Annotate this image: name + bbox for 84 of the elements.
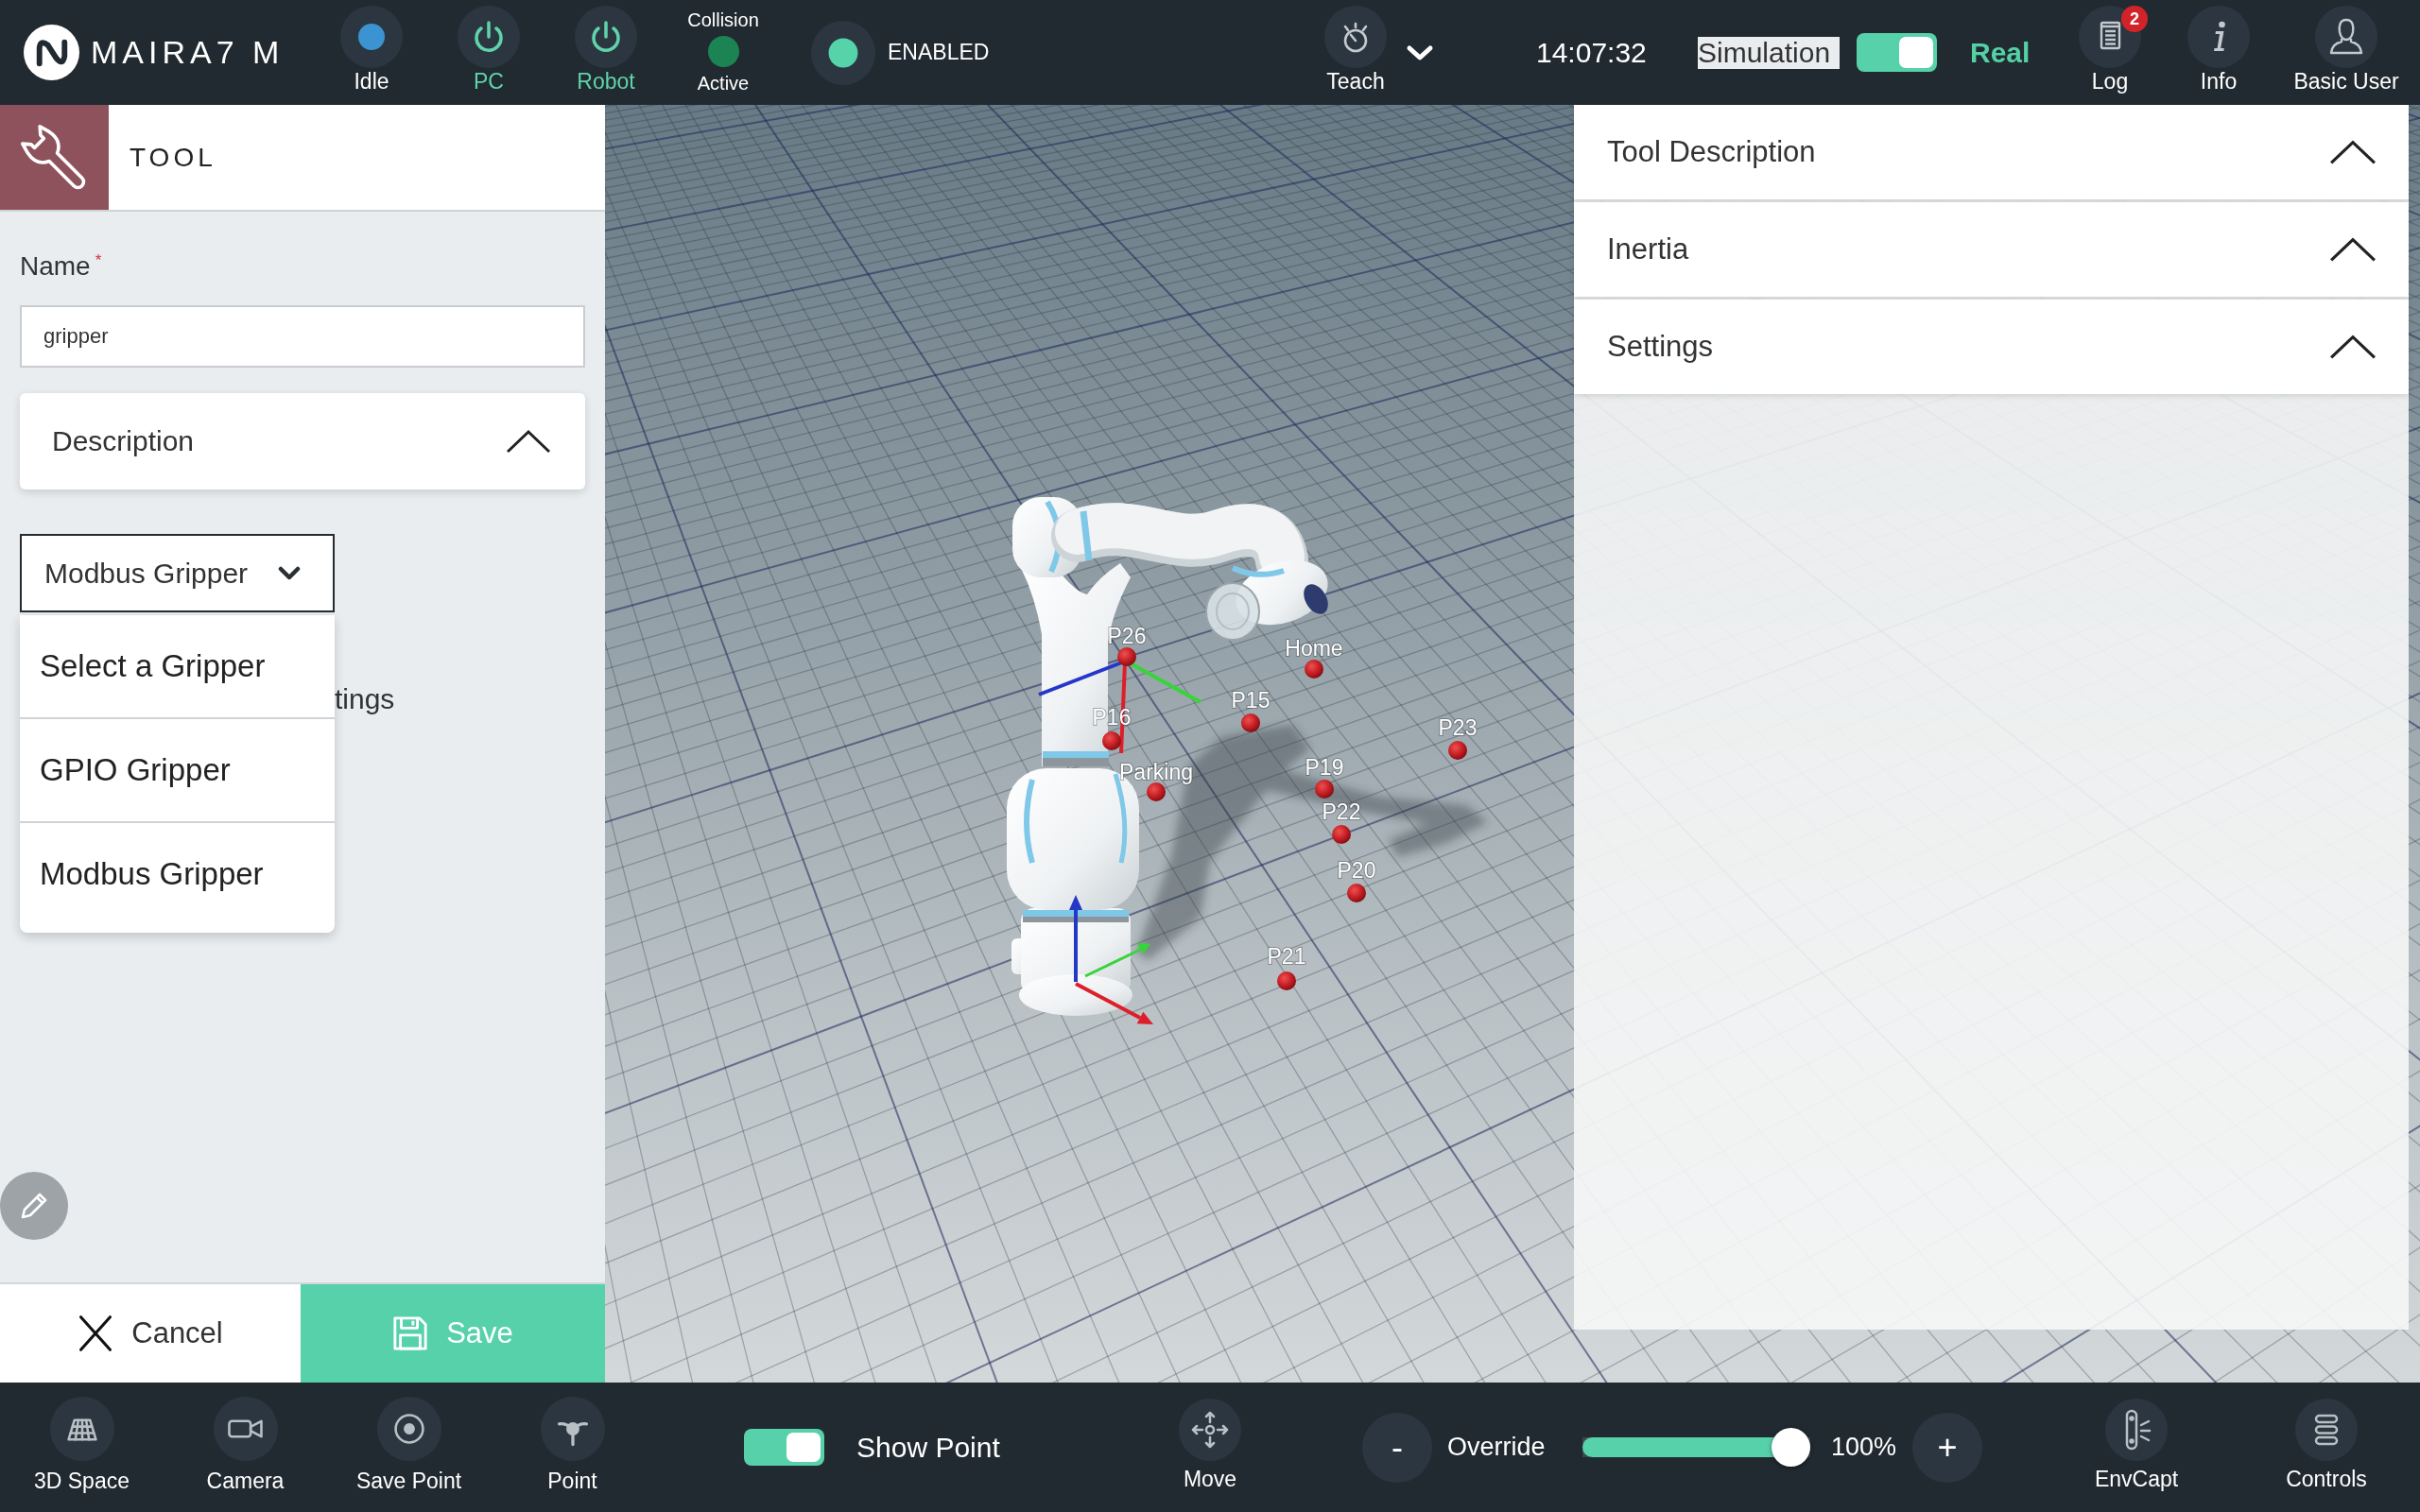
save-icon [392, 1314, 429, 1352]
info-button[interactable]: Info [2171, 0, 2266, 105]
accordion-header[interactable]: Settings [1574, 300, 2409, 394]
chevron-down-icon [278, 566, 301, 580]
toolbar-button[interactable]: Controls [2260, 1383, 2393, 1512]
toolbar-button[interactable]: 3D Space [0, 1383, 164, 1512]
waypoint-marker-icon[interactable] [1102, 731, 1121, 750]
move-arrows-icon [1179, 1399, 1241, 1461]
power-icon [458, 6, 520, 68]
slider-value: 100% [1831, 1433, 1897, 1462]
name-input[interactable]: gripper [20, 305, 585, 368]
mode-toggle[interactable] [1857, 33, 1937, 72]
toggle-label: Show Point [856, 1431, 1001, 1464]
waypoint-marker-icon[interactable] [1315, 780, 1334, 799]
collision-label: Collision [687, 9, 759, 31]
show-point-toggle[interactable] [744, 1429, 824, 1466]
dropdown-option[interactable]: Select a Gripper [20, 615, 335, 719]
waypoint-label: P21 [1267, 944, 1306, 969]
user-button[interactable]: Basic User [2280, 0, 2412, 105]
waypoint-label: Parking [1119, 760, 1193, 784]
toolbar-button[interactable]: Save Point [327, 1383, 491, 1512]
toolbar-button[interactable]: EnvCapt [2070, 1383, 2203, 1512]
waypoint-marker-icon[interactable] [1277, 971, 1296, 990]
section-label: tings [335, 683, 395, 714]
power-icon [575, 6, 637, 68]
dropdown-option[interactable]: Modbus Gripper [20, 823, 335, 933]
waypoint-marker-icon[interactable] [1241, 713, 1260, 732]
mode-label: Simulation [1698, 36, 1840, 69]
logo-icon [24, 25, 79, 80]
waypoint-marker-icon[interactable] [1117, 647, 1136, 666]
waypoint-marker-icon[interactable] [1347, 884, 1366, 902]
collision-state: Active [697, 72, 750, 94]
logo-text: MAIRA7 M [91, 34, 285, 71]
user-icon [2315, 6, 2377, 68]
waypoint-label: Home [1285, 636, 1343, 661]
waypoint-label: P19 [1305, 755, 1344, 780]
waypoint-marker-icon[interactable] [1305, 660, 1323, 679]
accordion-header[interactable]: Description [20, 393, 585, 490]
waypoint-marker-icon[interactable] [1448, 741, 1467, 760]
waypoint-label: P15 [1231, 688, 1270, 713]
scanner-icon [2105, 1399, 2168, 1461]
accordion-header[interactable]: Tool Description [1574, 105, 2409, 199]
notification-badge: 2 [2121, 6, 2148, 32]
clock-text: 14:07:32 [1536, 36, 1648, 69]
log-button[interactable]: 2 Log [2063, 0, 2157, 105]
gripper-select[interactable]: Modbus Gripper [20, 534, 335, 612]
grid-floor-icon [49, 1397, 114, 1461]
state-button[interactable]: Idle [313, 0, 430, 105]
accordion-header[interactable]: Inertia [1574, 202, 2409, 297]
waypoint-label: P22 [1322, 799, 1361, 824]
power-button[interactable]: PC [430, 0, 547, 105]
junction-icon [540, 1397, 605, 1461]
cancel-button[interactable]: Cancel [0, 1284, 301, 1383]
waypoint-label: P20 [1337, 858, 1376, 883]
waypoint-label: P26 [1107, 624, 1147, 648]
required-mark: * [95, 250, 102, 271]
decrease-button[interactable]: - [1362, 1412, 1432, 1483]
enable-button[interactable]: ENABLED [811, 20, 1000, 85]
info-icon [2187, 6, 2250, 68]
chevron-up-icon [2329, 139, 2377, 165]
waypoint-marker-icon[interactable] [1147, 782, 1166, 801]
close-icon [78, 1314, 114, 1352]
dropdown-option[interactable]: GPIO Gripper [20, 719, 335, 823]
chevron-up-icon [2329, 236, 2377, 263]
move-button[interactable]: Move [1163, 1383, 1257, 1512]
waypoint-label: P23 [1438, 715, 1478, 740]
increase-button[interactable]: + [1912, 1412, 1982, 1483]
camera-icon [213, 1397, 278, 1461]
toolbar-button[interactable]: Point [491, 1383, 654, 1512]
chevron-up-icon [2329, 334, 2377, 360]
toolbar-button[interactable]: Camera [164, 1383, 327, 1512]
stacked-bars-icon [2295, 1399, 2358, 1461]
stopwatch-icon [1324, 6, 1387, 68]
panel-title: TOOL [130, 142, 216, 173]
slider-thumb[interactable] [1772, 1428, 1810, 1467]
field-label: Name [20, 250, 91, 283]
waypoint-marker-icon[interactable] [1332, 825, 1351, 844]
slider-label: Override [1447, 1433, 1547, 1462]
power-button[interactable]: Robot [547, 0, 665, 105]
mode-label: Real [1970, 36, 2031, 69]
chevron-down-icon[interactable] [1406, 43, 1434, 61]
chevron-up-icon [506, 429, 551, 454]
target-icon [376, 1397, 441, 1461]
teach-button[interactable]: Teach [1308, 0, 1403, 105]
